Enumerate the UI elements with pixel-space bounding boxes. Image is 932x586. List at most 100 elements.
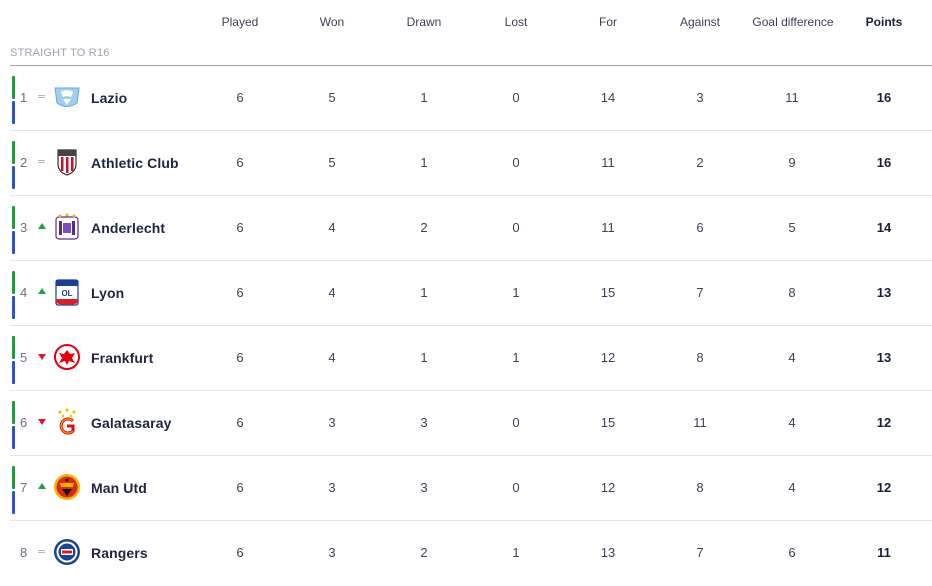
arrow-up-icon [37, 284, 47, 298]
for-value: 11 [601, 155, 615, 170]
lost-value: 1 [512, 285, 520, 300]
arrow-up-icon [37, 219, 47, 233]
lazio-crest-icon [54, 87, 80, 107]
lost-value: 0 [512, 220, 520, 235]
for-value: 12 [600, 350, 616, 365]
position: 6 [20, 415, 28, 430]
against-value: 8 [696, 350, 704, 365]
equals-icon [37, 89, 47, 103]
table-row[interactable]: 4 OL Lyon 6 4 1 1 15 7 8 13 [10, 261, 932, 326]
lost-value: 0 [512, 480, 520, 495]
lost-value: 1 [512, 545, 520, 560]
goal-difference-value: 11 [785, 90, 799, 105]
arrow-up-icon [37, 479, 47, 493]
points-value: 13 [876, 350, 892, 365]
header-goal-difference[interactable]: Goal difference [742, 15, 844, 29]
points-value: 11 [877, 545, 891, 560]
team-name[interactable]: Rangers [91, 545, 148, 561]
position: 1 [20, 90, 28, 105]
table-row[interactable]: 7 Man Utd 6 3 3 0 12 8 4 12 [10, 456, 932, 521]
goal-difference-value: 8 [788, 285, 796, 300]
header-for[interactable]: For [583, 15, 633, 29]
team-name[interactable]: Galatasaray [91, 415, 172, 431]
for-value: 11 [601, 220, 615, 235]
played-value: 6 [236, 545, 244, 560]
won-value: 4 [328, 220, 336, 235]
drawn-value: 3 [420, 415, 428, 430]
won-value: 5 [328, 155, 336, 170]
header-won[interactable]: Won [307, 15, 357, 29]
lost-value: 0 [512, 415, 520, 430]
goal-difference-value: 4 [788, 350, 796, 365]
won-value: 4 [328, 285, 336, 300]
lost-value: 1 [512, 350, 520, 365]
points-value: 12 [876, 480, 892, 495]
team-name[interactable]: Lazio [91, 90, 127, 106]
table-row[interactable]: 1 Lazio 6 5 1 0 14 3 11 16 [10, 66, 932, 131]
svg-text:OL: OL [61, 289, 72, 298]
table-row[interactable]: 6 Galatasaray 6 3 3 0 15 11 4 12 [10, 391, 932, 456]
header-points[interactable]: Points [854, 15, 914, 29]
played-value: 6 [236, 480, 244, 495]
played-value: 6 [236, 415, 244, 430]
points-value: 12 [876, 415, 892, 430]
points-value: 16 [876, 155, 892, 170]
equals-icon [37, 154, 47, 168]
goal-difference-value: 4 [788, 415, 796, 430]
table-row[interactable]: 8 Rangers 6 3 2 1 13 7 6 11 [10, 521, 932, 585]
team-name[interactable]: Anderlecht [91, 220, 165, 236]
played-value: 6 [236, 220, 244, 235]
qualification-indicator [12, 336, 15, 384]
drawn-value: 2 [420, 545, 428, 560]
against-value: 7 [696, 285, 704, 300]
header-drawn[interactable]: Drawn [394, 15, 454, 29]
qualification-indicator [12, 271, 15, 319]
qualification-indicator [12, 401, 15, 449]
position: 8 [20, 545, 28, 560]
rangers-crest-icon [54, 539, 80, 565]
header-lost[interactable]: Lost [491, 15, 541, 29]
lyon-crest-icon: OL [55, 279, 79, 306]
qualification-indicator [12, 466, 15, 514]
qualification-indicator [12, 76, 15, 124]
played-value: 6 [236, 285, 244, 300]
drawn-value: 1 [420, 285, 428, 300]
team-name[interactable]: Frankfurt [91, 350, 153, 366]
arrow-down-icon [37, 414, 47, 428]
header-played[interactable]: Played [215, 15, 265, 29]
section-label: STRAIGHT TO R16 [10, 47, 110, 59]
points-value: 13 [876, 285, 892, 300]
against-value: 2 [696, 155, 704, 170]
man-utd-crest-icon [54, 474, 80, 500]
goal-difference-value: 6 [788, 545, 796, 560]
team-name[interactable]: Lyon [91, 285, 124, 301]
qualification-indicator [12, 141, 15, 189]
team-name[interactable]: Man Utd [91, 480, 147, 496]
goal-difference-value: 4 [788, 480, 796, 495]
anderlecht-crest-icon [55, 213, 79, 240]
against-value: 8 [696, 480, 704, 495]
drawn-value: 1 [420, 155, 428, 170]
qualification-indicator [12, 206, 15, 254]
drawn-value: 1 [420, 350, 428, 365]
for-value: 14 [600, 90, 616, 105]
position: 3 [20, 220, 28, 235]
for-value: 12 [600, 480, 616, 495]
frankfurt-crest-icon [54, 344, 80, 370]
table-row[interactable]: 5 Frankfurt 6 4 1 1 12 8 4 13 [10, 326, 932, 391]
athletic-club-crest-icon [57, 149, 77, 176]
team-name[interactable]: Athletic Club [91, 155, 179, 171]
won-value: 3 [328, 480, 336, 495]
points-value: 16 [876, 90, 892, 105]
for-value: 15 [600, 285, 616, 300]
drawn-value: 2 [420, 220, 428, 235]
equals-icon [37, 544, 47, 558]
against-value: 6 [696, 220, 704, 235]
goal-difference-value: 5 [788, 220, 796, 235]
table-row[interactable]: 2 Athletic Club 6 5 1 0 11 2 9 16 [10, 131, 932, 196]
played-value: 6 [236, 350, 244, 365]
table-row[interactable]: 3 Anderlecht 6 4 2 0 11 6 5 14 [10, 196, 932, 261]
header-against[interactable]: Against [670, 15, 730, 29]
standings-table: Played Won Drawn Lost For Against Goal d… [0, 0, 932, 585]
against-value: 3 [696, 90, 704, 105]
